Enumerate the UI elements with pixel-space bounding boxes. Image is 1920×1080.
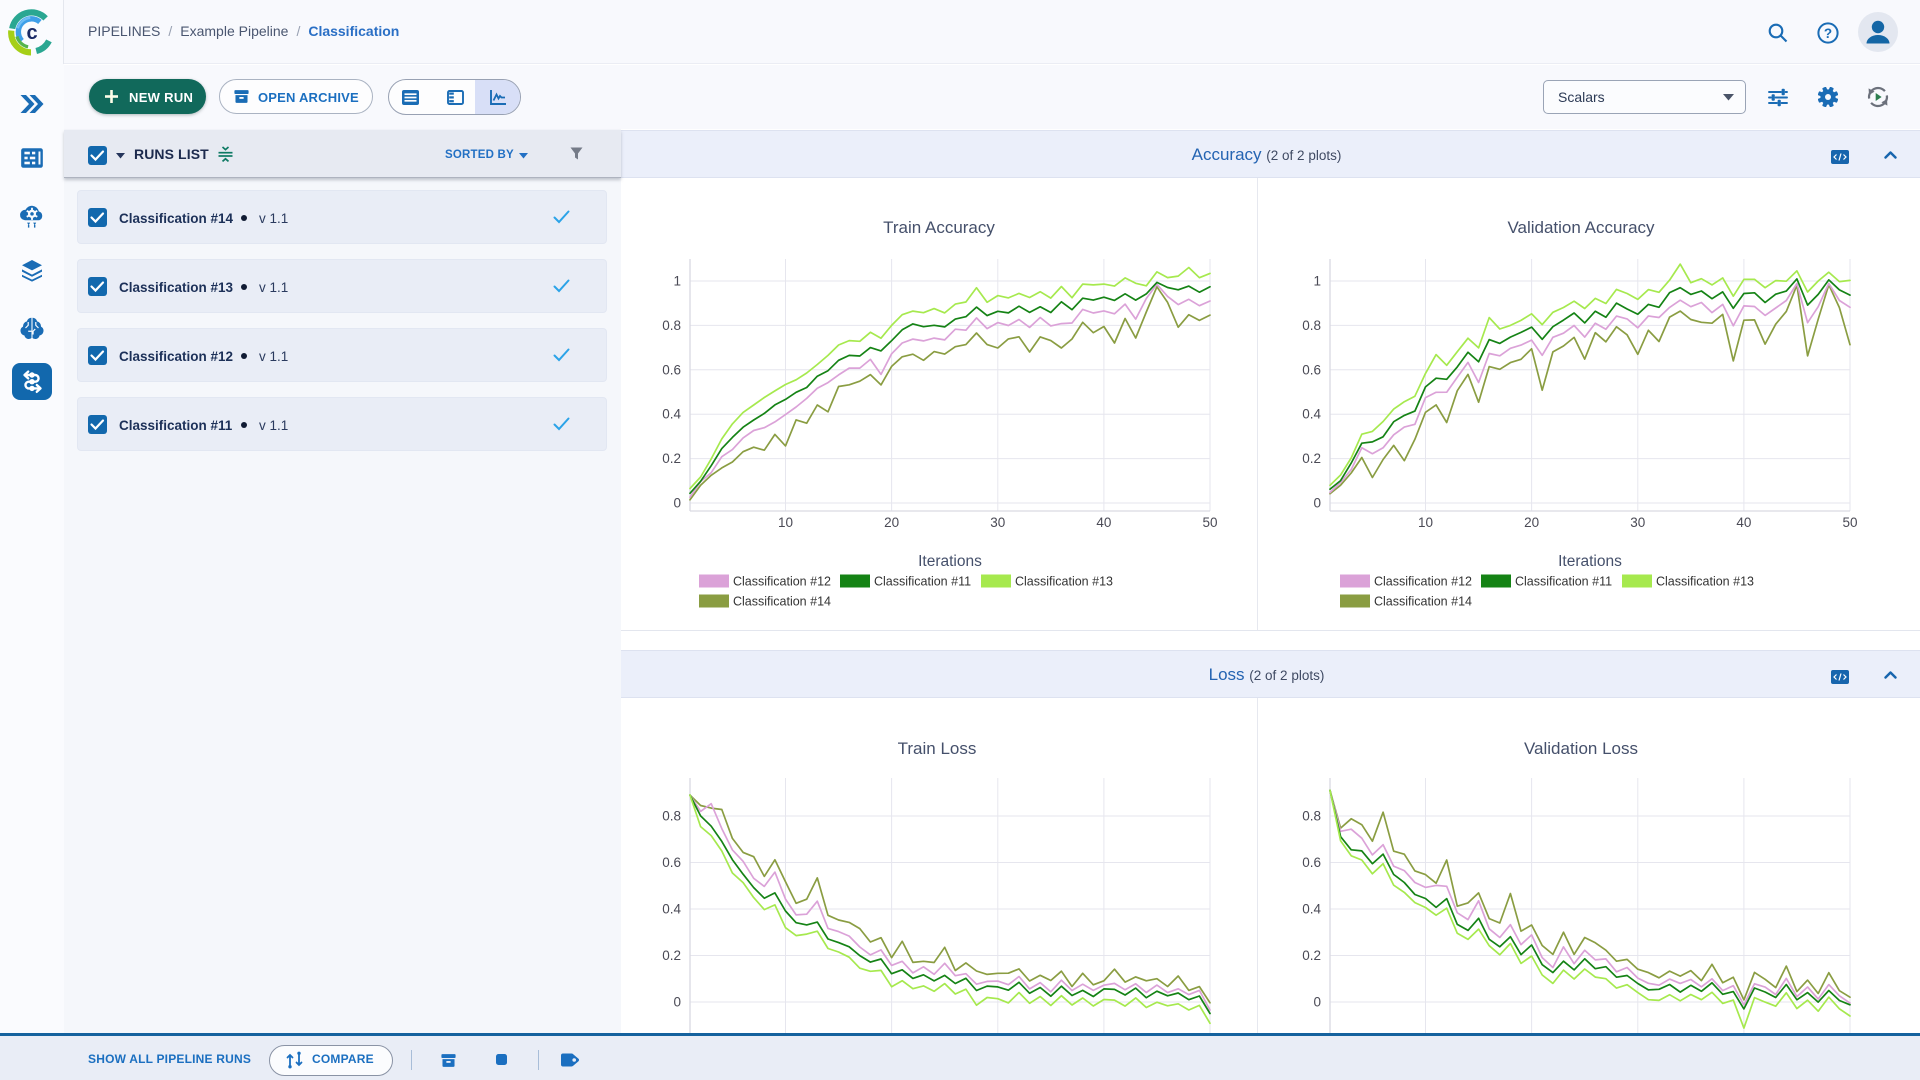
svg-text:0.4: 0.4	[662, 902, 681, 917]
svg-text:Classification #14: Classification #14	[1374, 595, 1472, 609]
svg-text:0.8: 0.8	[1302, 318, 1321, 333]
svg-text:Validation Accuracy: Validation Accuracy	[1507, 218, 1655, 237]
svg-text:30: 30	[990, 515, 1005, 530]
svg-text:0.8: 0.8	[662, 809, 681, 824]
svg-text:0.2: 0.2	[662, 451, 681, 466]
svg-text:Classification #12: Classification #12	[1374, 575, 1472, 589]
svg-text:0.2: 0.2	[1302, 948, 1321, 963]
svg-text:0.6: 0.6	[1302, 362, 1321, 377]
svg-text:0.2: 0.2	[1302, 451, 1321, 466]
svg-text:0.4: 0.4	[662, 407, 681, 422]
svg-text:Classification #13: Classification #13	[1015, 575, 1113, 589]
svg-text:0: 0	[673, 496, 681, 511]
svg-text:Classification #13: Classification #13	[1656, 575, 1754, 589]
svg-text:0.6: 0.6	[662, 855, 681, 870]
svg-text:0: 0	[673, 995, 681, 1010]
svg-text:Classification #14: Classification #14	[733, 595, 831, 609]
svg-text:?: ?	[1824, 26, 1832, 41]
svg-text:0.6: 0.6	[1302, 855, 1321, 870]
svg-text:Classification #11: Classification #11	[1515, 575, 1612, 589]
svg-text:20: 20	[1524, 515, 1539, 530]
svg-text:1: 1	[1313, 274, 1321, 289]
svg-text:Iterations: Iterations	[1558, 553, 1622, 570]
svg-text:50: 50	[1842, 515, 1857, 530]
svg-text:0.4: 0.4	[1302, 407, 1321, 422]
svg-text:1: 1	[673, 274, 681, 289]
svg-text:10: 10	[1418, 515, 1433, 530]
svg-text:10: 10	[778, 515, 793, 530]
svg-text:20: 20	[884, 515, 899, 530]
svg-text:0.6: 0.6	[662, 362, 681, 377]
svg-text:30: 30	[1630, 515, 1645, 530]
svg-text:Train Loss: Train Loss	[898, 739, 977, 758]
svg-text:Classification #12: Classification #12	[733, 575, 831, 589]
svg-text:40: 40	[1736, 515, 1751, 530]
svg-text:50: 50	[1202, 515, 1217, 530]
svg-text:0.2: 0.2	[662, 948, 681, 963]
svg-text:Train Accuracy: Train Accuracy	[883, 218, 995, 237]
svg-text:0.4: 0.4	[1302, 902, 1321, 917]
svg-text:Validation Loss: Validation Loss	[1524, 739, 1638, 758]
svg-text:0: 0	[1313, 496, 1321, 511]
svg-text:0: 0	[1313, 995, 1321, 1010]
svg-text:Classification #11: Classification #11	[874, 575, 971, 589]
svg-text:c: c	[26, 22, 37, 44]
svg-text:Iterations: Iterations	[918, 553, 982, 570]
svg-text:0.8: 0.8	[662, 318, 681, 333]
svg-text:0.8: 0.8	[1302, 809, 1321, 824]
svg-text:40: 40	[1096, 515, 1111, 530]
